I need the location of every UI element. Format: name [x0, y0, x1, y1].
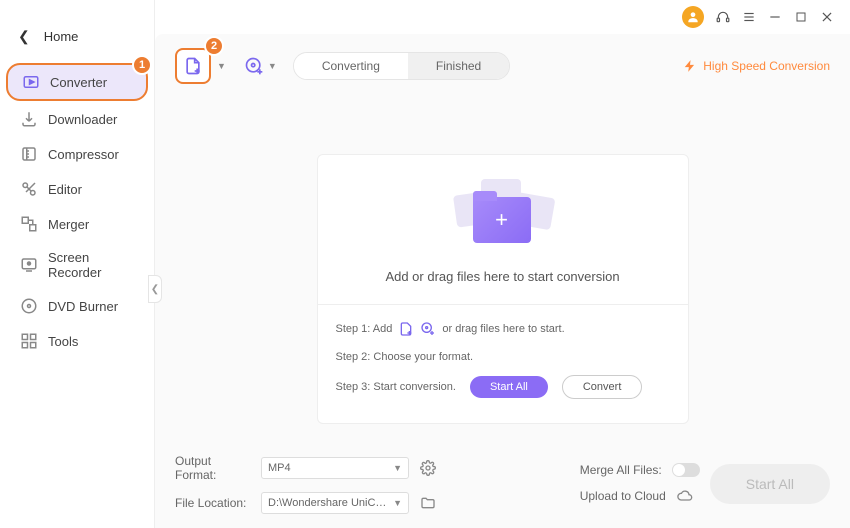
start-all-button[interactable]: Start All: [470, 376, 548, 398]
screen-recorder-icon: [20, 256, 38, 274]
back-icon: ❮: [18, 28, 30, 45]
maximize-icon[interactable]: [794, 10, 808, 24]
step1-suffix: or drag files here to start.: [442, 323, 564, 335]
convert-button[interactable]: Convert: [562, 375, 643, 399]
step3-text: Step 3: Start conversion.: [336, 381, 456, 393]
merger-icon: [20, 215, 38, 233]
merge-toggle[interactable]: [672, 463, 700, 477]
add-file-mini-icon: [398, 321, 414, 337]
step-3: Step 3: Start conversion. Start All Conv…: [336, 375, 670, 399]
output-format-select[interactable]: MP4 ▼: [261, 457, 409, 479]
nav-label: Editor: [48, 182, 82, 197]
add-files-dropdown[interactable]: ▼: [217, 61, 226, 71]
footer: Output Format: MP4 ▼ File Location: D:\W…: [175, 454, 830, 514]
settings-icon[interactable]: [419, 459, 437, 477]
sidebar-item-screen-recorder[interactable]: Screen Recorder: [6, 242, 148, 288]
drop-area[interactable]: + Add or drag files here to start conver…: [317, 154, 689, 424]
high-speed-label: High Speed Conversion: [703, 59, 830, 73]
open-folder-icon[interactable]: [419, 494, 437, 512]
drop-message: Add or drag files here to start conversi…: [334, 269, 672, 284]
step-badge-2: 2: [204, 36, 224, 56]
compressor-icon: [20, 145, 38, 163]
file-location-select[interactable]: D:\Wondershare UniConverter 1 ▼: [261, 492, 409, 514]
sidebar-item-downloader[interactable]: Downloader: [6, 102, 148, 136]
sidebar: ❮ Home Converter 1 Downloader Compressor…: [0, 0, 155, 528]
sidebar-item-editor[interactable]: Editor: [6, 172, 148, 206]
nav-label: Screen Recorder: [48, 250, 134, 280]
dvd-burner-icon: [20, 297, 38, 315]
folder-plus-icon: +: [453, 179, 553, 251]
sidebar-item-dvd-burner[interactable]: DVD Burner: [6, 289, 148, 323]
bolt-icon: [683, 59, 697, 73]
main-panel: ▼ ▼ Converting Finished High Speed Conve…: [155, 34, 850, 528]
tools-icon: [20, 332, 38, 350]
add-dvd-mini-icon: [420, 321, 436, 337]
output-format-label: Output Format:: [175, 454, 251, 482]
nav-label: Merger: [48, 217, 89, 232]
sidebar-item-converter[interactable]: Converter 1: [6, 63, 148, 101]
nav-label: Compressor: [48, 147, 119, 162]
tab-control: Converting Finished: [293, 52, 510, 80]
tab-finished[interactable]: Finished: [408, 53, 509, 79]
upload-label: Upload to Cloud: [580, 489, 666, 503]
headset-icon[interactable]: [716, 10, 730, 24]
nav-label: Downloader: [48, 112, 117, 127]
menu-icon[interactable]: [742, 10, 756, 24]
step-badge-1: 1: [132, 55, 152, 75]
merge-label: Merge All Files:: [580, 463, 662, 477]
sidebar-item-merger[interactable]: Merger: [6, 207, 148, 241]
output-format-value: MP4: [268, 462, 291, 474]
sidebar-item-compressor[interactable]: Compressor: [6, 137, 148, 171]
step1-prefix: Step 1: Add: [336, 323, 393, 335]
file-location-label: File Location:: [175, 496, 251, 510]
drop-area-top: + Add or drag files here to start conver…: [318, 155, 688, 304]
home-label: Home: [44, 29, 79, 44]
add-dvd-dropdown[interactable]: ▼: [268, 61, 277, 71]
home-button[interactable]: ❮ Home: [0, 28, 154, 45]
cloud-icon[interactable]: [676, 487, 694, 505]
minimize-icon[interactable]: [768, 10, 782, 24]
converter-icon: [22, 73, 40, 91]
close-icon[interactable]: [820, 10, 834, 24]
tab-converting[interactable]: Converting: [294, 53, 408, 79]
nav-label: Converter: [50, 75, 107, 90]
add-dvd-button[interactable]: [242, 54, 266, 78]
steps-panel: Step 1: Add or drag files here to start.…: [318, 304, 688, 423]
titlebar: [666, 0, 850, 34]
high-speed-badge[interactable]: High Speed Conversion: [683, 59, 830, 73]
step-1: Step 1: Add or drag files here to start.: [336, 319, 670, 339]
nav-label: Tools: [48, 334, 78, 349]
start-all-main-button[interactable]: Start All: [710, 464, 830, 504]
nav-label: DVD Burner: [48, 299, 118, 314]
add-files-button[interactable]: [175, 48, 211, 84]
editor-icon: [20, 180, 38, 198]
downloader-icon: [20, 110, 38, 128]
toolbar: ▼ ▼ Converting Finished High Speed Conve…: [155, 34, 850, 94]
chevron-down-icon: ▼: [393, 463, 402, 473]
user-avatar[interactable]: [682, 6, 704, 28]
step-2: Step 2: Choose your format.: [336, 347, 670, 367]
collapse-sidebar-button[interactable]: ❮: [148, 275, 162, 303]
file-location-value: D:\Wondershare UniConverter 1: [268, 497, 388, 509]
chevron-down-icon: ▼: [393, 498, 402, 508]
sidebar-item-tools[interactable]: Tools: [6, 324, 148, 358]
